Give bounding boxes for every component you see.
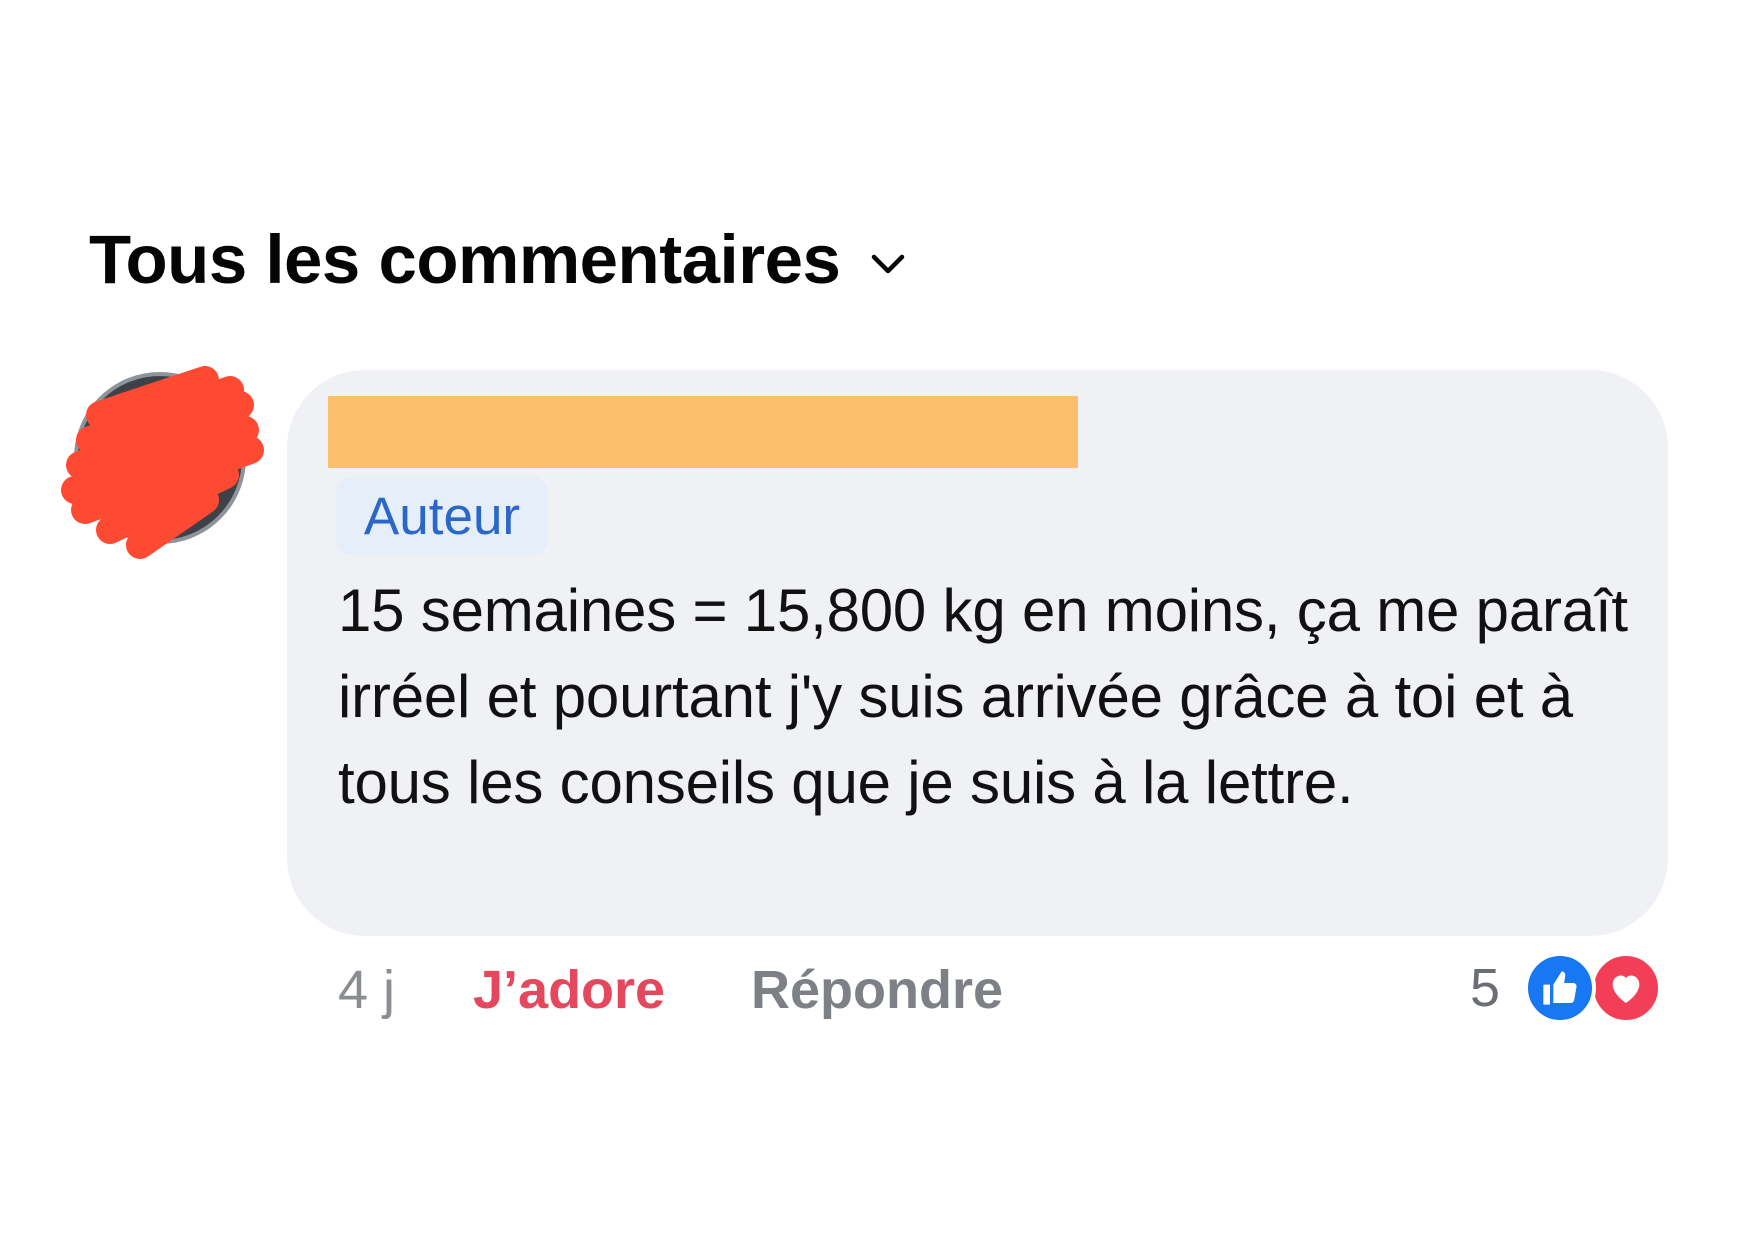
heart-icon	[1590, 952, 1663, 1024]
reactions-summary[interactable]: 5	[1470, 950, 1663, 1026]
chevron-down-icon	[868, 244, 908, 284]
comments-filter-label: Tous les commentaires	[89, 221, 841, 298]
avatar[interactable]	[55, 360, 275, 570]
author-badge: Auteur	[336, 477, 548, 555]
comment-text: 15 semaines = 15,800 kg en moins, ça me …	[338, 577, 1628, 816]
reply-button[interactable]: Répondre	[751, 959, 1003, 1021]
reaction-count: 5	[1470, 958, 1501, 1018]
comment-timestamp[interactable]: 4 j	[338, 959, 473, 1021]
like-icon	[1524, 952, 1597, 1024]
love-button[interactable]: J’adore	[473, 959, 751, 1021]
author-name-redaction	[328, 396, 1078, 468]
comment-actions: 4 j J’adore Répondre	[338, 955, 1003, 1025]
comments-filter-dropdown[interactable]: Tous les commentaires	[89, 225, 908, 294]
avatar-redaction-scribble	[61, 366, 264, 559]
